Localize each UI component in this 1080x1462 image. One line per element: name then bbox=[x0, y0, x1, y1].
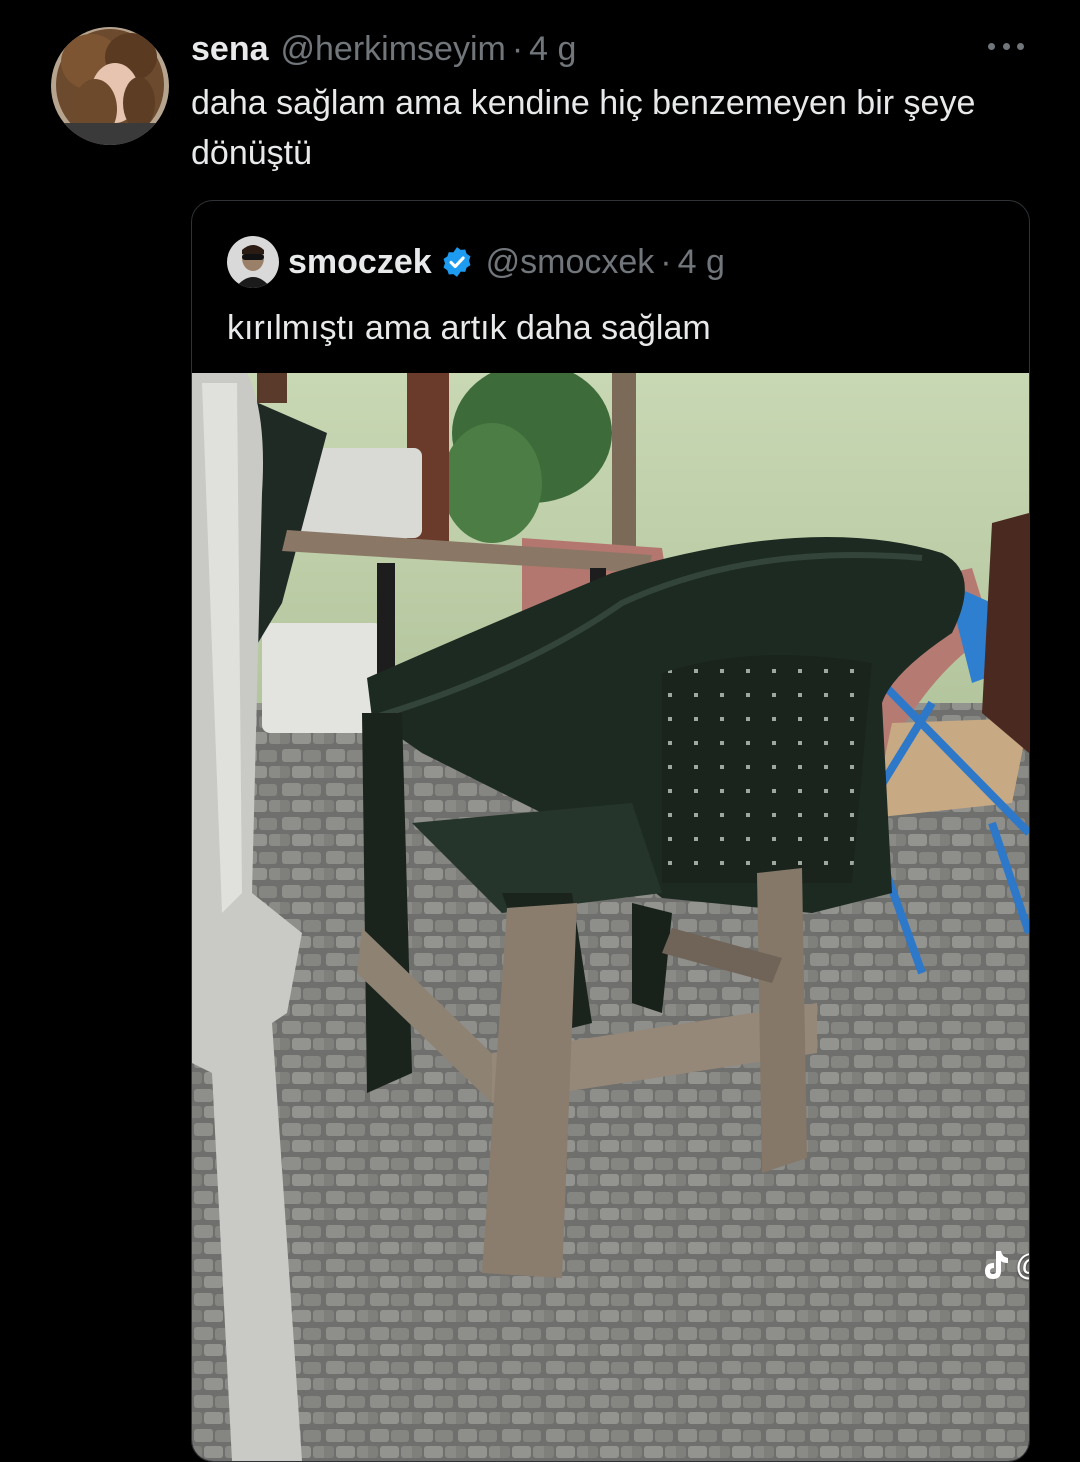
more-dot bbox=[988, 42, 995, 50]
more-dot bbox=[1002, 42, 1010, 50]
more-options-icon[interactable] bbox=[988, 36, 1024, 56]
more-dot bbox=[1017, 42, 1024, 50]
quoted-author-avatar[interactable] bbox=[227, 236, 279, 288]
user-avatar-photo-icon bbox=[51, 27, 169, 145]
quoted-post-card[interactable]: smoczek @smocxek · 4 g kırılmıştı ama ar… bbox=[191, 200, 1030, 1462]
post-text: daha sağlam ama kendine hiç benzemeyen b… bbox=[191, 84, 976, 172]
post-media-photo[interactable] bbox=[192, 373, 1029, 1461]
author-display-name[interactable]: sena bbox=[191, 30, 269, 69]
tiktok-watermark: @baharcettinn bbox=[981, 1243, 1029, 1287]
quoted-post-header: smoczek @smocxek · 4 g bbox=[288, 237, 725, 287]
tiktok-logo-icon bbox=[985, 1251, 1008, 1279]
quoted-post-timestamp[interactable]: 4 g bbox=[678, 243, 725, 282]
quoted-author-display-name[interactable]: smoczek bbox=[288, 243, 432, 282]
quoted-author-handle[interactable]: @smocxek bbox=[486, 243, 655, 282]
quoted-avatar-photo-icon bbox=[227, 236, 279, 288]
quoted-post-text: kırılmıştı ama artık daha sağlam bbox=[227, 309, 711, 347]
verified-badge-icon[interactable] bbox=[440, 245, 474, 279]
post-header: sena @herkimseyim · 4 g bbox=[191, 24, 576, 74]
author-handle[interactable]: @herkimseyim bbox=[281, 30, 506, 69]
separator-dot: · bbox=[511, 29, 524, 68]
post-timestamp[interactable]: 4 g bbox=[529, 30, 576, 69]
watermark-text: @baharcettinn bbox=[1015, 1247, 1029, 1283]
separator-dot: · bbox=[660, 242, 672, 281]
author-avatar[interactable] bbox=[51, 27, 169, 145]
